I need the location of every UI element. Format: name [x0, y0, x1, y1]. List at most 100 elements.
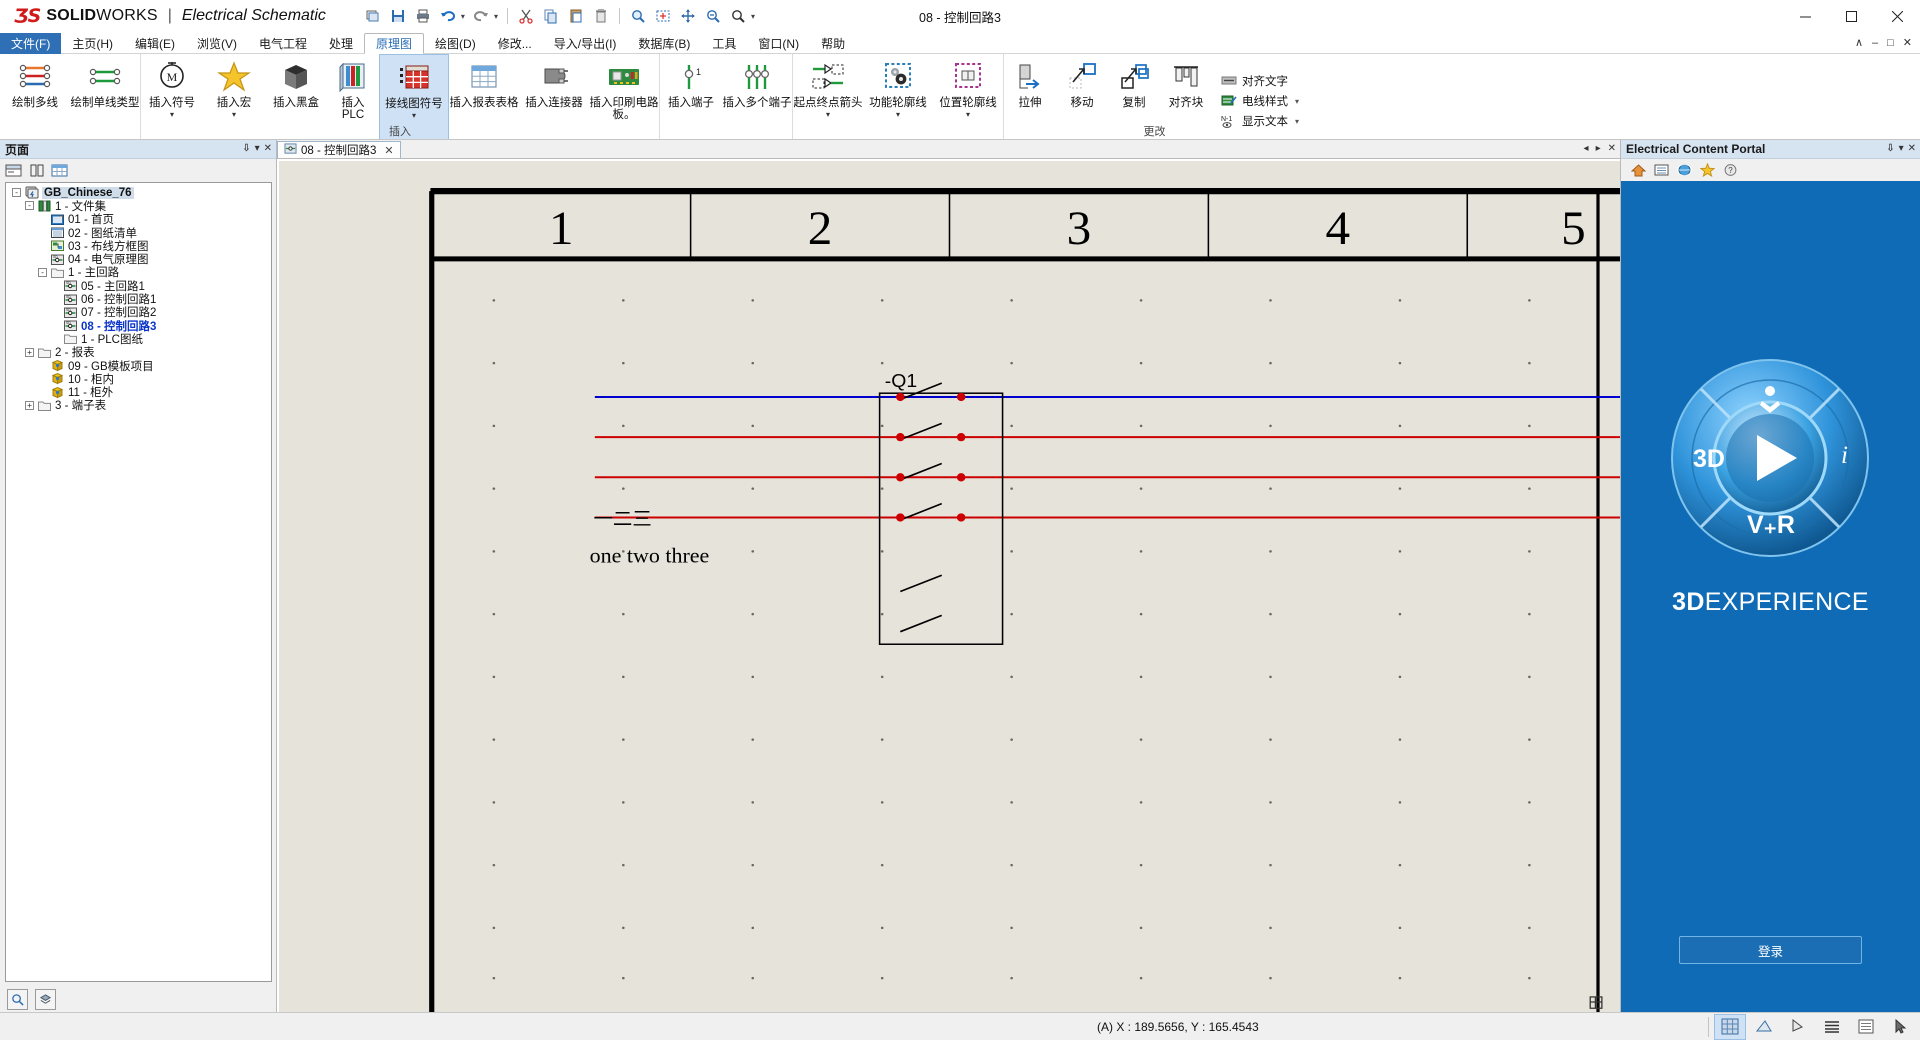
- list-icon[interactable]: [1654, 163, 1669, 178]
- close-button[interactable]: [1874, 0, 1920, 33]
- menu-file[interactable]: 文件(F): [0, 33, 61, 54]
- pan-icon[interactable]: [679, 7, 697, 25]
- status-bar-toggles[interactable]: [1705, 1014, 1916, 1040]
- new-page-icon[interactable]: [5, 162, 22, 178]
- document-tab-strip-controls[interactable]: ◂ ▸ ✕: [1584, 140, 1620, 158]
- menu-drawing[interactable]: 绘图(D): [424, 33, 487, 54]
- tree-item[interactable]: +3 - 端子表: [6, 399, 271, 412]
- insert-macro-dropdown-icon[interactable]: ▾: [232, 110, 236, 119]
- tree-item[interactable]: -GB_Chinese_76: [6, 186, 271, 199]
- tab-scroll-right-icon[interactable]: ▸: [1596, 144, 1601, 154]
- ribbon-collapse-icon[interactable]: ∧: [1855, 38, 1863, 49]
- wire-style-dropdown-icon[interactable]: ▾: [1295, 97, 1299, 106]
- menu-edit[interactable]: 编辑(E): [124, 33, 186, 54]
- zoom-window-icon[interactable]: [654, 7, 672, 25]
- save-icon[interactable]: [389, 7, 407, 25]
- portal-toolbar[interactable]: ?: [1621, 159, 1920, 181]
- menu-database[interactable]: 数据库(B): [627, 33, 701, 54]
- wire-style-item[interactable]: 电线样式 ▾: [1220, 93, 1299, 109]
- search-icon[interactable]: [729, 7, 747, 25]
- menu-process[interactable]: 处理: [318, 33, 364, 54]
- menu-home[interactable]: 主页(H): [61, 33, 124, 54]
- insert-terminal-button[interactable]: 1 插入端子: [660, 54, 722, 140]
- snap-toggle-icon[interactable]: [1782, 1014, 1814, 1040]
- pin-icon[interactable]: ⇩: [242, 144, 250, 154]
- lines-toggle-icon[interactable]: [1816, 1014, 1848, 1040]
- pages-panel-toolbar[interactable]: [0, 159, 276, 181]
- menu-tools[interactable]: 工具: [701, 33, 747, 54]
- collapse-toggle-icon[interactable]: -: [10, 188, 23, 197]
- qat-overflow-icon[interactable]: ▾: [751, 12, 755, 21]
- pages-panel-header-buttons[interactable]: ⇩ ▾ ✕: [242, 144, 276, 154]
- expand-toggle-icon[interactable]: +: [23, 348, 36, 357]
- collapse-toggle-icon[interactable]: -: [23, 201, 36, 210]
- function-outline-button[interactable]: 功能轮廓线 ▾: [863, 54, 933, 140]
- ribbon-toolbar[interactable]: 绘制多线 绘制单线类型 M: [0, 54, 1920, 140]
- menu-window[interactable]: 窗口(N): [747, 33, 810, 54]
- document-tab-close-icon[interactable]: ✕: [384, 144, 393, 157]
- tree-item[interactable]: -1 - 文件集: [6, 199, 271, 212]
- mdi-close-icon[interactable]: ✕: [1903, 38, 1912, 49]
- menu-bar[interactable]: 文件(F) 主页(H) 编辑(E) 浏览(V) 电气工程 处理 原理图 绘图(D…: [0, 33, 1920, 54]
- insert-multiple-terminals-button[interactable]: 插入多个端子: [722, 54, 792, 140]
- list-toggle-icon[interactable]: [1850, 1014, 1882, 1040]
- draw-single-line-type-button[interactable]: 绘制单线类型: [70, 54, 140, 140]
- help-icon[interactable]: ?: [1723, 163, 1738, 178]
- maximize-button[interactable]: [1828, 0, 1874, 33]
- portal-header-buttons[interactable]: ⇩ ▾ ✕: [1886, 144, 1920, 154]
- collapse-toggle-icon[interactable]: -: [36, 268, 49, 277]
- tree-item[interactable]: 09 - GB模板项目: [6, 359, 271, 372]
- 3dexperience-compass-icon[interactable]: 3D i V₊R: [1663, 351, 1878, 566]
- star-icon[interactable]: [1700, 163, 1715, 178]
- tree-item[interactable]: 10 - 柜内: [6, 372, 271, 385]
- menu-view[interactable]: 浏览(V): [186, 33, 248, 54]
- mdi-restore-icon[interactable]: □: [1887, 38, 1894, 49]
- open-icon[interactable]: [364, 7, 382, 25]
- tab-scroll-left-icon[interactable]: ◂: [1584, 144, 1589, 154]
- pin-icon[interactable]: ⇩: [1886, 144, 1894, 154]
- location-outline-button[interactable]: 位置轮廓线 ▾: [933, 54, 1003, 140]
- insert-symbol-dropdown-icon[interactable]: ▾: [170, 110, 174, 119]
- menu-schematic[interactable]: 原理图: [364, 33, 424, 54]
- globe-icon[interactable]: [1677, 163, 1692, 178]
- zoom-all-icon[interactable]: [704, 7, 722, 25]
- paste-icon[interactable]: [567, 7, 585, 25]
- window-controls[interactable]: [1782, 0, 1920, 33]
- layers-icon[interactable]: [35, 989, 56, 1010]
- wiring-diagram-symbol-dropdown-icon[interactable]: ▾: [412, 111, 416, 120]
- undo-icon[interactable]: [439, 7, 457, 25]
- location-outline-dropdown-icon[interactable]: ▾: [966, 110, 970, 119]
- draw-multi-line-button[interactable]: 绘制多线: [0, 54, 70, 140]
- tree-item[interactable]: 1 - PLC图纸: [6, 332, 271, 345]
- function-outline-dropdown-icon[interactable]: ▾: [896, 110, 900, 119]
- redo-icon[interactable]: [472, 7, 490, 25]
- document-tab-strip[interactable]: 08 - 控制回路3 ✕ ◂ ▸ ✕: [277, 140, 1620, 159]
- menu-bar-window-controls[interactable]: ∧ – □ ✕: [1855, 33, 1916, 54]
- menu-import-export[interactable]: 导入/导出(I): [543, 33, 628, 54]
- menu-modify[interactable]: 修改...: [487, 33, 543, 54]
- table-icon[interactable]: [51, 162, 68, 178]
- menu-help[interactable]: 帮助: [810, 33, 856, 54]
- dropdown-icon[interactable]: ▾: [255, 144, 260, 154]
- mdi-minimize-icon[interactable]: –: [1872, 38, 1878, 49]
- delete-icon[interactable]: [592, 7, 610, 25]
- redo-dropdown-icon[interactable]: ▾: [494, 12, 498, 21]
- cut-icon[interactable]: [517, 7, 535, 25]
- undo-dropdown-icon[interactable]: ▾: [461, 12, 465, 21]
- ortho-toggle-icon[interactable]: [1748, 1014, 1780, 1040]
- project-tree[interactable]: -GB_Chinese_76-1 - 文件集01 - 首页02 - 图纸清单03…: [5, 182, 272, 982]
- grid-toggle-icon[interactable]: [1714, 1014, 1746, 1040]
- pages-panel-footer[interactable]: [0, 986, 276, 1012]
- tab-close-icon[interactable]: ✕: [1608, 144, 1616, 154]
- origin-destination-arrow-button[interactable]: 起点终点箭头 ▾: [793, 54, 863, 140]
- find-icon[interactable]: [629, 7, 647, 25]
- print-icon[interactable]: [414, 7, 432, 25]
- tree-item[interactable]: 11 - 柜外: [6, 385, 271, 398]
- minimize-button[interactable]: [1782, 0, 1828, 33]
- copy-icon[interactable]: [542, 7, 560, 25]
- origin-dest-arrow-dropdown-icon[interactable]: ▾: [826, 110, 830, 119]
- schematic-canvas[interactable]: 1 2 3 4 5: [279, 161, 1620, 1012]
- schematic-drawing[interactable]: 1 2 3 4 5: [279, 161, 1620, 1012]
- login-button[interactable]: 登录: [1679, 936, 1862, 964]
- expand-toggle-icon[interactable]: +: [23, 401, 36, 410]
